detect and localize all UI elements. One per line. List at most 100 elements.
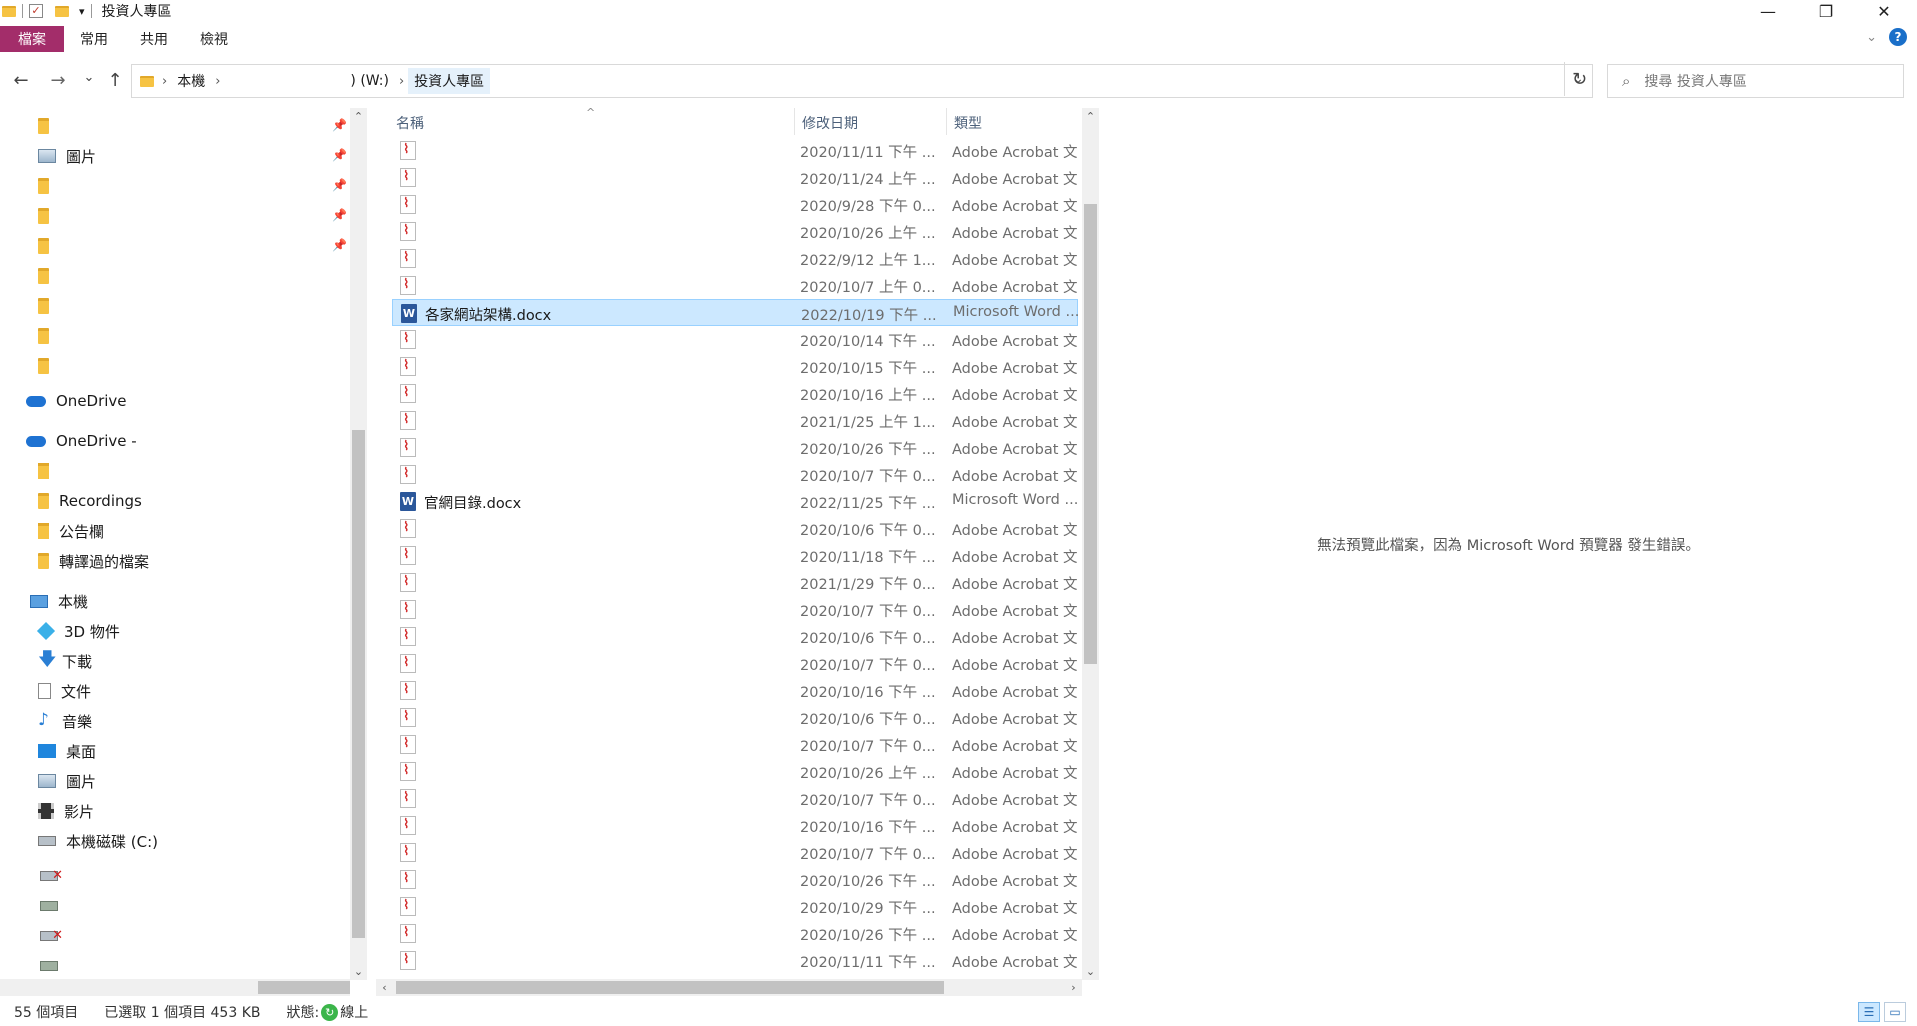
sidebar-item-converted-files[interactable]: 轉譯過的檔案	[38, 546, 149, 576]
chevron-right-icon[interactable]: ›	[211, 74, 224, 89]
file-list-horizontal-scrollbar[interactable]: ‹ ›	[376, 979, 1082, 996]
file-row[interactable]: 2020/10/26 下午 ... Adobe Acrobat 文...	[392, 920, 1078, 947]
file-row[interactable]: 2020/10/7 上午 0... Adobe Acrobat 文...	[392, 272, 1078, 299]
column-divider[interactable]	[946, 108, 947, 135]
file-row[interactable]: W 各家網站架構.docx 2022/10/19 下午 ... Microsoft W…	[392, 299, 1079, 326]
pin-icon[interactable]: 📌	[332, 208, 347, 222]
file-row[interactable]: 2020/10/7 下午 0... Adobe Acrobat 文...	[392, 461, 1078, 488]
scroll-down-arrow-icon[interactable]: ⌄	[350, 963, 367, 980]
properties-icon[interactable]: ✓	[29, 4, 43, 18]
scroll-left-arrow-icon[interactable]: ‹	[376, 979, 393, 996]
file-row[interactable]: 2020/10/26 上午 ... Adobe Acrobat 文...	[392, 218, 1078, 245]
refresh-button[interactable]: ↻	[1564, 62, 1594, 96]
up-button[interactable]: ↑	[104, 70, 126, 91]
column-header-type[interactable]: 類型	[954, 113, 982, 133]
sidebar-item-downloads[interactable]: 🡇 下載	[38, 646, 92, 676]
large-icons-view-button[interactable]: ▭	[1884, 1002, 1906, 1022]
chevron-down-icon[interactable]: ⌄	[1866, 30, 1877, 45]
file-row[interactable]: 2020/10/26 下午 ... Adobe Acrobat 文...	[392, 866, 1078, 893]
pin-icon[interactable]: 📌	[332, 118, 347, 132]
file-row[interactable]: 2020/10/6 下午 0... Adobe Acrobat 文...	[392, 623, 1078, 650]
minimize-button[interactable]: —	[1745, 0, 1791, 22]
sidebar-item-3d-objects[interactable]: 3D 物件	[36, 616, 120, 646]
column-header-name[interactable]: 名稱	[396, 113, 424, 133]
file-row[interactable]: 2022/9/12 上午 1... Adobe Acrobat 文...	[392, 245, 1078, 272]
breadcrumb-drive[interactable]: ) (W:)	[344, 70, 395, 92]
tab-file[interactable]: 檔案	[0, 26, 64, 52]
file-row[interactable]: 2020/10/6 下午 0... Adobe Acrobat 文...	[392, 515, 1078, 542]
file-row[interactable]: 2020/11/18 下午 ... Adobe Acrobat 文...	[392, 542, 1078, 569]
file-row[interactable]: 2020/11/11 下午 ... Adobe Acrobat 文...	[392, 947, 1078, 974]
sidebar-item-quick-8[interactable]	[38, 321, 59, 351]
file-row[interactable]: W 官網目錄.docx 2022/11/25 下午 ... Microsoft Wor…	[392, 488, 1078, 515]
sidebar-item-pictures[interactable]: 圖片	[38, 141, 96, 171]
file-row[interactable]: 2020/10/16 下午 ... Adobe Acrobat 文...	[392, 677, 1078, 704]
sidebar-item-bulletin[interactable]: 公告欄	[38, 516, 104, 546]
file-row[interactable]: 2020/11/11 下午 ... Adobe Acrobat 文...	[392, 137, 1078, 164]
sidebar-item-pictures-pc[interactable]: 圖片	[38, 766, 96, 796]
tab-home[interactable]: 常用	[64, 26, 124, 52]
tab-share[interactable]: 共用	[124, 26, 184, 52]
breadcrumb-current-folder[interactable]: 投資人專區	[408, 68, 491, 94]
sidebar-item-recordings[interactable]: Recordings	[38, 486, 142, 516]
sidebar-item-quick-5[interactable]	[38, 231, 59, 261]
file-row[interactable]: 2020/10/6 下午 0... Adobe Acrobat 文...	[392, 704, 1078, 731]
file-row[interactable]: 2020/10/7 下午 0... Adobe Acrobat 文...	[392, 785, 1078, 812]
chevron-right-icon[interactable]: ›	[158, 74, 171, 89]
file-row[interactable]: 2020/10/16 下午 ... Adobe Acrobat 文...	[392, 812, 1078, 839]
file-row[interactable]: 2020/9/28 下午 0... Adobe Acrobat 文...	[392, 191, 1078, 218]
chevron-right-icon[interactable]: ›	[395, 74, 408, 89]
quick-access-dropdown-icon[interactable]: ▾	[79, 5, 85, 18]
sidebar-item-music[interactable]: ♪ 音樂	[38, 706, 92, 736]
sidebar-item-quick-3[interactable]	[38, 171, 59, 201]
file-row[interactable]: 2020/10/14 下午 ... Adobe Acrobat 文...	[392, 326, 1078, 353]
file-row[interactable]: 2020/10/26 上午 ... Adobe Acrobat 文...	[392, 758, 1078, 785]
recent-locations-button[interactable]: ⌄	[78, 70, 100, 85]
scroll-down-arrow-icon[interactable]: ⌄	[1082, 963, 1099, 980]
file-row[interactable]: 2020/10/7 下午 0... Adobe Acrobat 文...	[392, 731, 1078, 758]
pin-icon[interactable]: 📌	[332, 148, 347, 162]
sidebar-item-network-drive-3[interactable]	[40, 921, 68, 951]
sidebar-item-videos[interactable]: 影片	[38, 796, 94, 826]
breadcrumb-this-pc[interactable]: 本機	[171, 68, 211, 94]
sidebar-item-this-pc[interactable]: 本機	[30, 586, 88, 616]
help-icon[interactable]: ?	[1889, 28, 1907, 46]
file-row[interactable]: 2020/10/7 下午 0... Adobe Acrobat 文...	[392, 839, 1078, 866]
sidebar-item-quick-6[interactable]	[38, 261, 59, 291]
file-row[interactable]: 2020/10/16 上午 ... Adobe Acrobat 文...	[392, 380, 1078, 407]
sidebar-item-onedrive[interactable]: OneDrive	[26, 386, 127, 416]
sidebar-item-network-drive-4[interactable]	[40, 951, 68, 981]
sidebar-item-quick-1[interactable]	[38, 111, 59, 141]
scroll-up-arrow-icon[interactable]: ⌃	[350, 108, 367, 125]
search-input[interactable]: ⌕ 搜尋 投資人專區	[1607, 64, 1904, 98]
sidebar-item-shared-1[interactable]	[38, 456, 59, 486]
file-row[interactable]: 2020/10/26 下午 ... Adobe Acrobat 文...	[392, 434, 1078, 461]
navigation-pane-vertical-scrollbar[interactable]: ⌃ ⌄	[350, 108, 367, 980]
file-row[interactable]: 2020/11/24 上午 ... Adobe Acrobat 文...	[392, 164, 1078, 191]
scroll-up-arrow-icon[interactable]: ⌃	[1082, 108, 1099, 125]
sidebar-item-desktop[interactable]: 桌面	[38, 736, 96, 766]
address-bar[interactable]: › 本機 › ) (W:) › 投資人專區 ⌄	[131, 64, 1593, 98]
sidebar-item-network-drive-1[interactable]	[40, 861, 68, 891]
column-divider[interactable]	[794, 108, 795, 135]
sidebar-item-quick-9[interactable]	[38, 351, 59, 381]
file-row[interactable]: 2020/10/7 下午 0... Adobe Acrobat 文...	[392, 596, 1078, 623]
pin-icon[interactable]: 📌	[332, 178, 347, 192]
restore-button[interactable]: ❐	[1803, 0, 1849, 22]
details-view-button[interactable]: ☰	[1858, 1002, 1880, 1022]
forward-button[interactable]: →	[47, 70, 69, 91]
file-row[interactable]: 2020/10/29 下午 ... Adobe Acrobat 文...	[392, 893, 1078, 920]
tab-view[interactable]: 檢視	[184, 26, 244, 52]
sidebar-item-quick-4[interactable]	[38, 201, 59, 231]
file-row[interactable]: 2021/1/29 下午 0... Adobe Acrobat 文...	[392, 569, 1078, 596]
sidebar-item-onedrive-business[interactable]: OneDrive -	[26, 426, 137, 456]
scrollbar-thumb[interactable]	[352, 430, 365, 938]
close-button[interactable]: ✕	[1861, 0, 1907, 22]
scrollbar-thumb[interactable]	[396, 981, 944, 994]
sidebar-item-quick-7[interactable]	[38, 291, 59, 321]
file-row[interactable]: 2020/10/15 下午 ... Adobe Acrobat 文...	[392, 353, 1078, 380]
new-folder-icon[interactable]	[55, 5, 69, 17]
file-row[interactable]: 2020/10/7 下午 0... Adobe Acrobat 文...	[392, 650, 1078, 677]
scrollbar-thumb[interactable]	[1084, 204, 1097, 664]
sidebar-item-local-disk-c[interactable]: 本機磁碟 (C:)	[38, 826, 158, 856]
